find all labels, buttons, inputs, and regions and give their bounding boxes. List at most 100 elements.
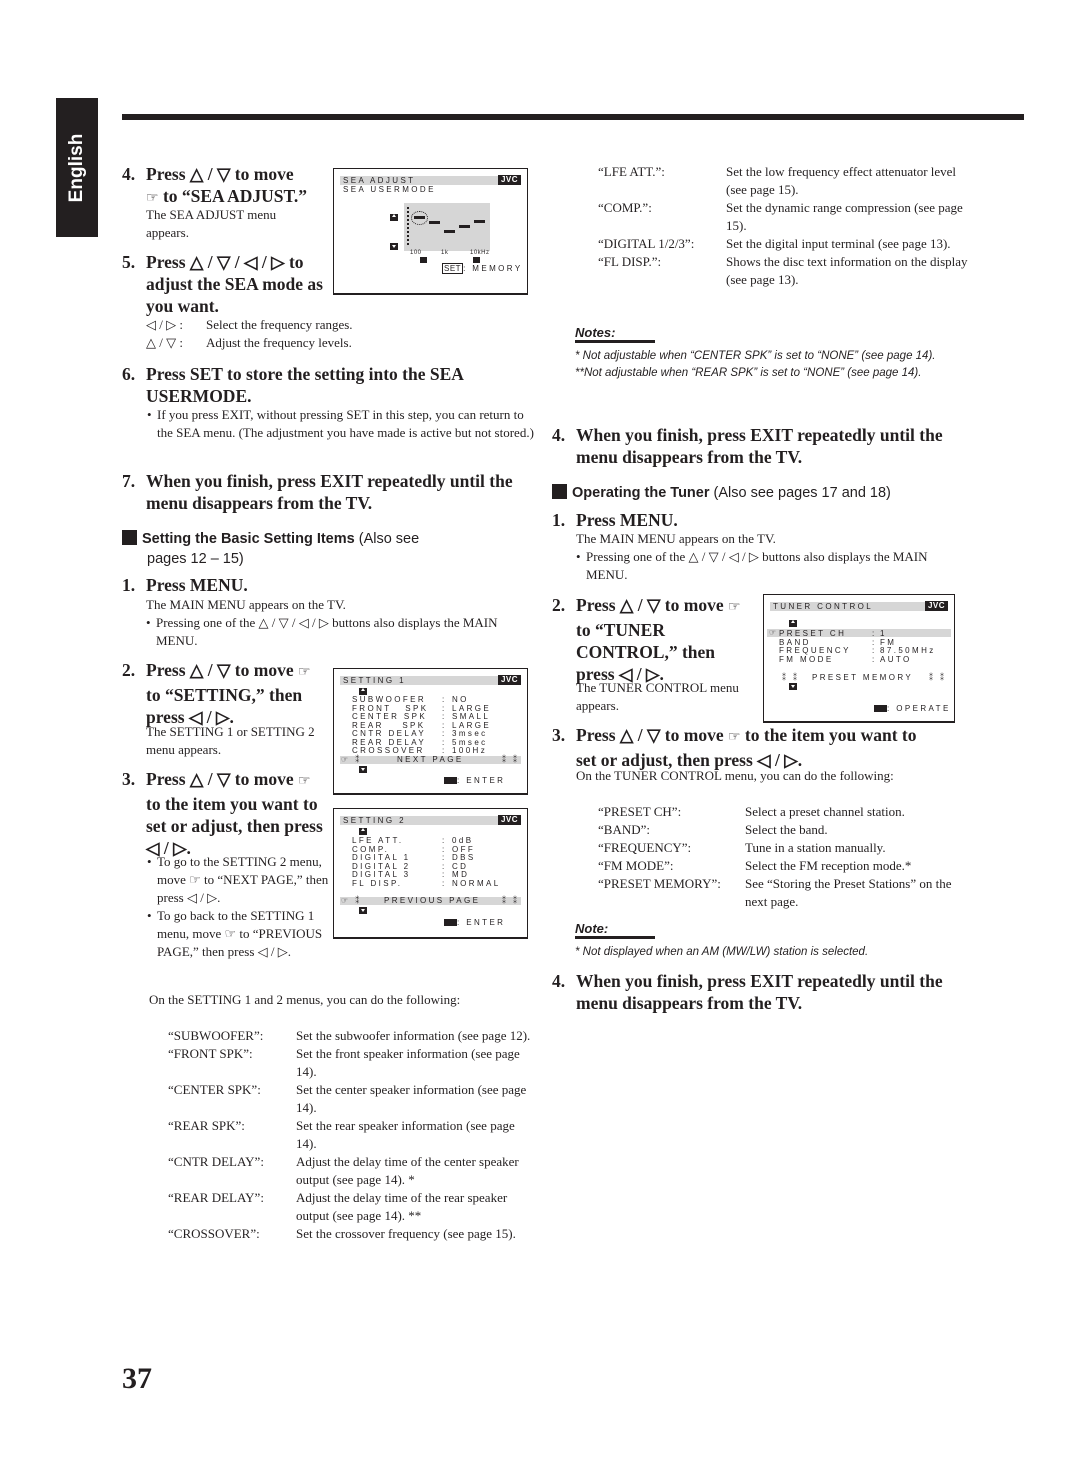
page-number: 37 [122, 1362, 152, 1395]
eq-graph [404, 203, 490, 251]
definition-row: “CNTR DELAY”: Adjust the delay time of th… [168, 1153, 533, 1189]
section-operating-tuner: Operating the Tuner (Also see pages 17 a… [552, 483, 972, 503]
definition-row: “CENTER SPK”: Set the center speaker info… [168, 1081, 533, 1117]
osd-setting-2: SETTING 2 JVC LFE ATT.:0dB COMP.: OFF DIGITA… [333, 808, 528, 939]
definition-row: “CROSSOVER”: Set the crossover frequency … [168, 1225, 533, 1243]
previous-page-label: PREVIOUS PAGE [384, 896, 481, 905]
definition-row: “SUBWOOFER”: Set the subwoofer informatio… [168, 1027, 533, 1045]
osd-row-label: FL DISP. [352, 878, 403, 888]
left-arrow-icon [420, 257, 427, 263]
definition-desc: Set the low frequency effect attenuator … [726, 164, 957, 197]
definition-row: “PRESET MEMORY”: See “Storing the Preset … [598, 875, 968, 911]
definition-term: “BAND”: [598, 822, 650, 837]
up-arrow-icon [390, 214, 398, 221]
step-6: 6. Press SET to store the setting into t… [122, 364, 464, 406]
settings-intro: On the SETTING 1 and 2 menus, you can do… [149, 992, 461, 1007]
pointer-icon: ☞ [727, 730, 741, 745]
osd-tuner-control: TUNER CONTROL JVC PRESET CH:1 BAND: FM FREQU… [763, 594, 955, 723]
pointer-icon: ☞ [297, 774, 311, 789]
right-arrow-icon [473, 257, 480, 263]
up-arrow-icon [789, 620, 797, 627]
eq-band-level[interactable] [429, 220, 440, 224]
up-arrow-icon [359, 688, 367, 695]
left-right-icon [444, 919, 457, 926]
osd-operate: : OPERATE [874, 704, 951, 714]
definition-row: “PRESET CH”: Select a preset channel stat… [598, 803, 968, 821]
definition-term: “REAR DELAY”: [168, 1190, 264, 1205]
jvc-logo: JVC [497, 175, 521, 185]
osd-row-value: NORMAL [452, 878, 501, 888]
definition-desc: Set the crossover frequency (see page 15… [296, 1226, 516, 1241]
definition-desc: Tune in a station manually. [745, 840, 886, 855]
section-basic-settings: Setting the Basic Setting Items (Also se… [122, 529, 522, 569]
definition-desc: Select the band. [745, 822, 828, 837]
down-arrow-icon [359, 907, 367, 914]
tuner-step-2: 2. Press △ / ▽ to move ☞ to “TUNER CONTR… [552, 595, 741, 684]
eq-level-scale [407, 207, 411, 245]
definition-term: “FRONT SPK”: [168, 1046, 253, 1061]
step-7: 7. When you finish, press EXIT repeatedl… [122, 471, 513, 513]
definition-row: “REAR SPK”: Set the rear speaker informat… [168, 1117, 533, 1153]
osd-pointer-icon: ☞ [769, 628, 779, 637]
osd-title: SEA ADJUST JVC [340, 175, 521, 185]
language-tab: English [56, 98, 98, 237]
osd-set-memory: SET: MEMORY [442, 263, 523, 274]
definition-row: “COMP.”: Set the dynamic range compressio… [598, 199, 968, 235]
definition-term: “DIGITAL 1/2/3”: [598, 236, 695, 251]
step-5: 5. Press △ / ▽ / ◁ / ▷ to adjust the SEA… [122, 252, 323, 316]
osd-sea-adjust: SEA ADJUST JVC SEA USERMODE 100 1k 10kHz … [333, 168, 528, 295]
definition-row: “DIGITAL 1/2/3”: Set the digital input te… [598, 235, 968, 253]
section-marker-icon [122, 530, 137, 545]
down-arrow-icon [789, 683, 797, 690]
eq-selected-band [411, 211, 428, 225]
top-rule [122, 114, 1024, 120]
language-label: English [66, 133, 87, 202]
definition-row: “FM MODE”: Select the FM reception mode.* [598, 857, 968, 875]
definition-row: “LFE ATT.”: Set the low frequency effect … [598, 163, 968, 199]
osd-setting-1: SETTING 1 JVC SUBWOOFER: NO FRONT SPK: LARGE… [333, 668, 528, 795]
tuner-step-3-desc: On the TUNER CONTROL menu, you can do th… [576, 768, 894, 783]
osd-row-value: AUTO [880, 654, 912, 664]
definition-desc: Set the front speaker information (see p… [296, 1046, 520, 1079]
definition-row: “FL DISP.”: Shows the disc text informati… [598, 253, 968, 289]
next-page-label: NEXT PAGE [397, 755, 464, 764]
tuner-step-2-desc: The TUNER CONTROL menu appears. [576, 680, 739, 713]
freq-label-1k: 1k [441, 250, 449, 256]
notes-heading: Notes: [575, 324, 655, 343]
down-arrow-icon [359, 766, 367, 773]
definition-term: “COMP.”: [598, 200, 652, 215]
pointer-icon: ☞ [297, 665, 311, 680]
tuner-step-1-desc: The MAIN MENU appears on the TV. Pressin… [576, 530, 966, 584]
definition-term: “PRESET CH”: [598, 804, 682, 819]
notes-list: * Not adjustable when “CENTER SPK” is se… [575, 350, 936, 379]
osd-enter: : ENTER [444, 776, 505, 786]
definition-row: “REAR DELAY”: Adjust the delay time of th… [168, 1189, 533, 1225]
definition-term: “FREQUENCY”: [598, 840, 692, 855]
definition-row: “FRONT SPK”: Set the front speaker inform… [168, 1045, 533, 1081]
definition-term: “PRESET MEMORY”: [598, 876, 721, 891]
definition-desc: See “Storing the Preset Stations” on the… [745, 876, 952, 909]
definition-desc: Adjust the delay time of the center spea… [296, 1154, 519, 1187]
definition-term: “FL DISP.”: [598, 254, 662, 269]
osd-row-colon: : [442, 878, 447, 888]
osd-row-label: FM MODE [779, 654, 834, 664]
basic-step-2-desc: The SETTING 1 or SETTING 2 menu appears. [146, 724, 315, 757]
left-right-icon [874, 705, 887, 712]
settings-step-4: 4. When you finish, press EXIT repeatedl… [552, 425, 943, 467]
definition-desc: Shows the disc text information on the d… [726, 254, 968, 287]
jvc-logo: JVC [924, 601, 948, 611]
eq-band-level[interactable] [444, 230, 455, 234]
definition-desc: Set the digital input terminal (see page… [726, 236, 951, 251]
tuner-step-4: 4. When you finish, press EXIT repeatedl… [552, 971, 943, 1013]
eq-band-level[interactable] [459, 225, 470, 228]
eq-band-level[interactable] [474, 219, 485, 223]
left-right-icon [444, 777, 457, 784]
tuner-definitions: “PRESET CH”: Select a preset channel stat… [598, 803, 968, 911]
definition-desc: Select the FM reception mode.* [745, 858, 912, 873]
definition-term: “CENTER SPK”: [168, 1082, 261, 1097]
tuner-step-1: 1. Press MENU. [552, 510, 678, 530]
up-arrow-icon [359, 828, 367, 835]
definition-row: “FREQUENCY”: Tune in a station manually. [598, 839, 968, 857]
step-6-note: If you press EXIT, without pressing SET … [147, 406, 535, 442]
note-heading: Note: [575, 920, 655, 939]
